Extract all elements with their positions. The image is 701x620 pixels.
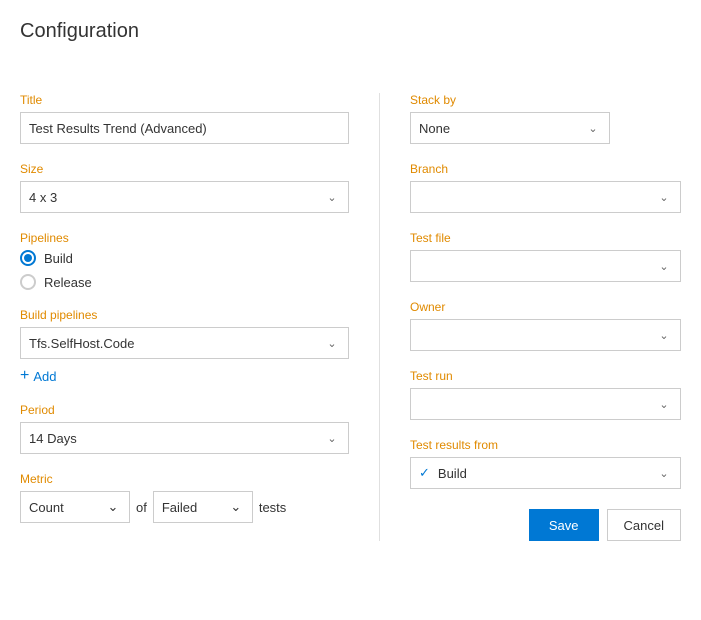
metric-count-chevron-icon: ⌄ xyxy=(97,499,129,515)
test-results-from-select[interactable]: ✓ Build ⌄ xyxy=(410,457,681,489)
test-run-label: Test run xyxy=(410,369,681,383)
title-input[interactable] xyxy=(20,112,349,144)
test-file-field-group: Test file ⌄ xyxy=(410,231,681,282)
metric-failed-select[interactable]: Failed ⌄ xyxy=(153,491,253,523)
test-results-from-field-group: Test results from ✓ Build ⌄ xyxy=(410,438,681,489)
test-file-label: Test file xyxy=(410,231,681,245)
add-button[interactable]: + Add xyxy=(20,367,56,385)
footer-buttons: Save Cancel xyxy=(410,509,681,541)
branch-label: Branch xyxy=(410,162,681,176)
pipelines-label: Pipelines xyxy=(20,231,349,245)
right-panel: Stack by None ⌄ Branch ⌄ Test file ⌄ Own… xyxy=(380,93,681,541)
pipeline-release-radio[interactable] xyxy=(20,274,36,290)
owner-field-group: Owner ⌄ xyxy=(410,300,681,351)
stack-by-label: Stack by xyxy=(410,93,681,107)
title-field-group: Title xyxy=(20,93,349,144)
metric-failed-value: Failed xyxy=(154,500,220,515)
save-button[interactable]: Save xyxy=(529,509,599,541)
title-label: Title xyxy=(20,93,349,107)
metric-count-value: Count xyxy=(21,500,97,515)
build-pipelines-label: Build pipelines xyxy=(20,308,349,322)
build-pipelines-chevron-icon: ⌄ xyxy=(316,337,348,350)
build-pipelines-value: Tfs.SelfHost.Code xyxy=(21,336,316,351)
stack-by-chevron-icon: ⌄ xyxy=(577,122,609,135)
metric-field-group: Metric Count ⌄ of Failed ⌄ tests xyxy=(20,472,349,523)
pipeline-release-label: Release xyxy=(44,275,92,290)
pipeline-build-radio[interactable] xyxy=(20,250,36,266)
period-chevron-icon: ⌄ xyxy=(316,432,348,445)
size-value: 4 x 3 xyxy=(21,190,316,205)
add-label: Add xyxy=(33,369,56,384)
branch-select[interactable]: ⌄ xyxy=(410,181,681,213)
pipeline-build-label: Build xyxy=(44,251,73,266)
pipelines-field-group: Pipelines Build Release xyxy=(20,231,349,290)
period-select[interactable]: 14 Days ⌄ xyxy=(20,422,349,454)
metric-row: Count ⌄ of Failed ⌄ tests xyxy=(20,491,349,523)
period-value: 14 Days xyxy=(21,431,316,446)
owner-label: Owner xyxy=(410,300,681,314)
plus-icon: + xyxy=(20,367,29,385)
check-icon: ✓ xyxy=(411,465,430,481)
pipelines-radio-group: Build Release xyxy=(20,250,349,290)
test-run-chevron-icon: ⌄ xyxy=(648,398,680,411)
test-run-field-group: Test run ⌄ xyxy=(410,369,681,420)
metric-failed-chevron-icon: ⌄ xyxy=(220,499,252,515)
metric-of-text: of xyxy=(136,500,147,515)
test-run-select[interactable]: ⌄ xyxy=(410,388,681,420)
left-panel: Title Size 4 x 3 ⌄ Pipelines Build Relea… xyxy=(20,93,380,541)
cancel-button[interactable]: Cancel xyxy=(607,509,681,541)
build-pipelines-select[interactable]: Tfs.SelfHost.Code ⌄ xyxy=(20,327,349,359)
test-file-select[interactable]: ⌄ xyxy=(410,250,681,282)
stack-by-select[interactable]: None ⌄ xyxy=(410,112,610,144)
period-label: Period xyxy=(20,403,349,417)
pipeline-build-option[interactable]: Build xyxy=(20,250,349,266)
metric-label: Metric xyxy=(20,472,349,486)
branch-chevron-icon: ⌄ xyxy=(648,191,680,204)
pipeline-release-option[interactable]: Release xyxy=(20,274,349,290)
metric-count-select[interactable]: Count ⌄ xyxy=(20,491,130,523)
metric-tests-text: tests xyxy=(259,500,286,515)
test-file-chevron-icon: ⌄ xyxy=(648,260,680,273)
period-field-group: Period 14 Days ⌄ xyxy=(20,403,349,454)
stack-by-value: None xyxy=(411,121,577,136)
test-results-from-label: Test results from xyxy=(410,438,681,452)
stack-by-field-group: Stack by None ⌄ xyxy=(410,93,681,144)
page-title: Configuration xyxy=(0,0,701,53)
test-results-from-value: Build xyxy=(430,466,648,481)
owner-chevron-icon: ⌄ xyxy=(648,329,680,342)
owner-select[interactable]: ⌄ xyxy=(410,319,681,351)
build-pipelines-field-group: Build pipelines Tfs.SelfHost.Code ⌄ + Ad… xyxy=(20,308,349,385)
branch-field-group: Branch ⌄ xyxy=(410,162,681,213)
size-chevron-icon: ⌄ xyxy=(316,191,348,204)
size-field-group: Size 4 x 3 ⌄ xyxy=(20,162,349,213)
size-label: Size xyxy=(20,162,349,176)
test-results-from-chevron-icon: ⌄ xyxy=(648,467,680,480)
size-select[interactable]: 4 x 3 ⌄ xyxy=(20,181,349,213)
